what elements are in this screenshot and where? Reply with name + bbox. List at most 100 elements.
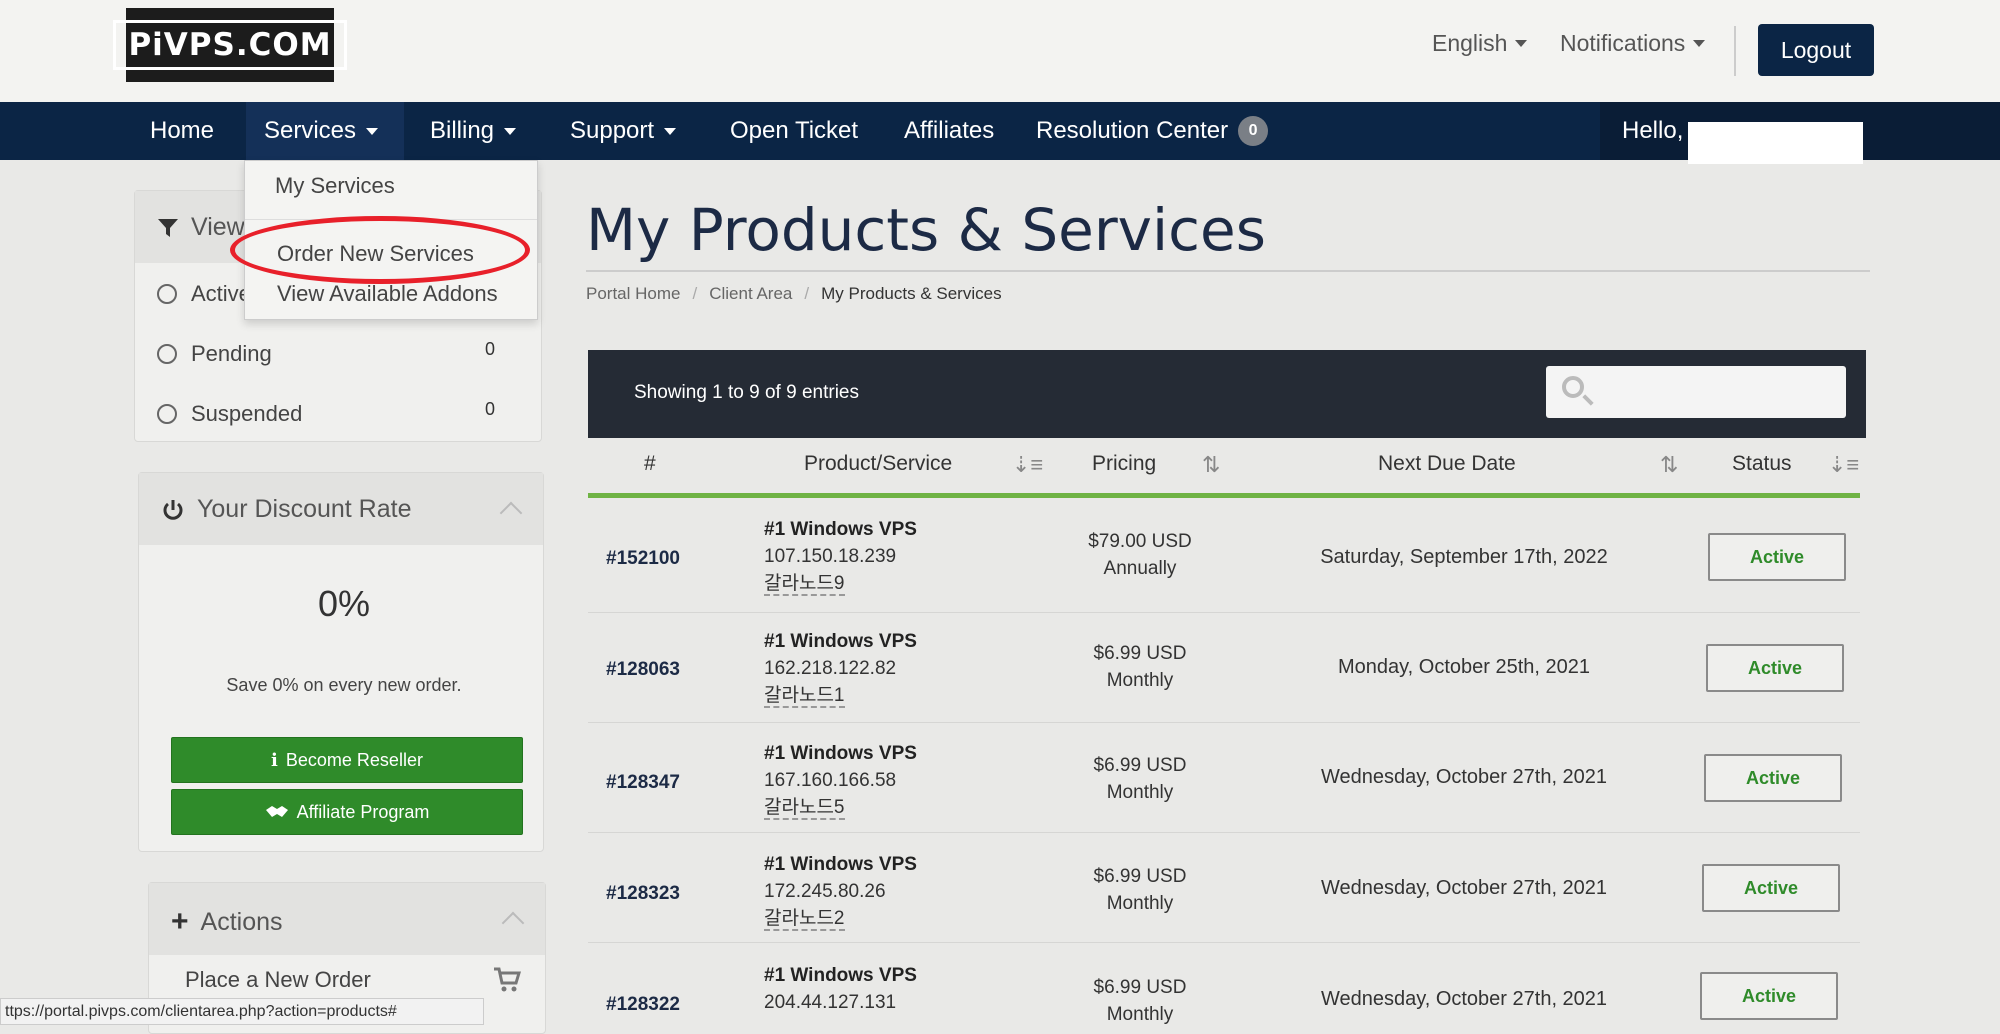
billing-cycle: Monthly <box>1106 1004 1174 1025</box>
sort-icon[interactable]: ⇅ <box>1202 452 1220 478</box>
row-divider <box>588 612 1860 613</box>
product-cell[interactable]: #1 Windows VPS 204.44.127.131 <box>764 962 917 1016</box>
service-id[interactable]: #152100 <box>606 548 680 570</box>
search-icon <box>1562 376 1584 398</box>
radio-icon[interactable] <box>157 404 177 424</box>
nav-affiliates-label: Affiliates <box>904 117 995 144</box>
service-id[interactable]: #128323 <box>606 883 680 905</box>
product-domain: 갈라노드9 <box>764 573 845 596</box>
logout-button[interactable]: Logout <box>1758 24 1874 76</box>
status-badge[interactable]: Active <box>1702 864 1840 912</box>
sort-icon[interactable]: ⇅ <box>1660 452 1678 478</box>
pricing-cell: $6.99 USD Monthly <box>1050 974 1230 1028</box>
nav-resolution-center[interactable]: Resolution Center 0 <box>1036 102 1269 160</box>
product-ip: 172.245.80.26 <box>764 881 886 902</box>
affiliate-program-label: Affiliate Program <box>296 801 430 822</box>
status-badge[interactable]: Active <box>1706 644 1844 692</box>
user-greeting[interactable]: Hello, <box>1622 102 1683 160</box>
discount-panel: Your Discount Rate 0% Save 0% on every n… <box>138 472 544 852</box>
chevron-up-icon[interactable] <box>499 501 523 525</box>
actions-title-label: Actions <box>200 907 283 936</box>
menu-item-my-services[interactable]: My Services <box>275 173 395 199</box>
breadcrumb-client-area[interactable]: Client Area <box>709 284 792 304</box>
nav-services[interactable]: Services <box>264 102 379 160</box>
actions-header[interactable]: + Actions <box>149 883 545 955</box>
filter-pending-label: Pending <box>191 341 272 366</box>
handshake-icon <box>265 806 288 817</box>
service-id[interactable]: #128063 <box>606 659 680 681</box>
column-header-status[interactable]: Status <box>1732 452 1792 476</box>
column-header-pricing[interactable]: Pricing <box>1092 452 1156 476</box>
filter-pending[interactable]: Pending <box>157 341 272 367</box>
nav-billing[interactable]: Billing <box>430 102 517 160</box>
breadcrumb-current: My Products & Services <box>821 284 1002 303</box>
filter-active-label: Active <box>191 281 251 306</box>
menu-item-view-addons[interactable]: View Available Addons <box>277 281 498 307</box>
nav-affiliates[interactable]: Affiliates <box>904 102 994 160</box>
radio-icon[interactable] <box>157 284 177 304</box>
nav-resolution-label: Resolution Center <box>1036 117 1229 144</box>
discount-header[interactable]: Your Discount Rate <box>139 473 543 545</box>
view-filter-title: View <box>157 213 245 242</box>
product-name: #1 Windows VPS <box>764 743 917 764</box>
next-due-date: Monday, October 25th, 2021 <box>1337 656 1590 678</box>
product-cell[interactable]: #1 Windows VPS 167.160.166.58 갈라노드5 <box>764 740 917 821</box>
radio-icon[interactable] <box>157 344 177 364</box>
view-title-label: View <box>191 213 245 241</box>
site-logo[interactable]: PiVPS.COM <box>113 8 347 82</box>
next-due-date: Wednesday, October 27th, 2021 <box>1320 766 1608 788</box>
affiliate-program-button[interactable]: Affiliate Program <box>171 789 523 835</box>
product-ip: 107.150.18.239 <box>764 546 897 567</box>
row-divider <box>588 722 1860 723</box>
product-name: #1 Windows VPS <box>764 965 917 986</box>
nav-billing-label: Billing <box>430 117 495 144</box>
filter-suspended-label: Suspended <box>191 401 303 426</box>
nav-home-label: Home <box>150 117 215 144</box>
filter-suspended-count: 0 <box>485 399 496 419</box>
red-highlight-annotation <box>230 216 530 284</box>
service-id[interactable]: #128322 <box>606 994 680 1016</box>
status-badge[interactable]: Active <box>1708 533 1846 581</box>
product-name: #1 Windows VPS <box>764 519 917 540</box>
nav-services-label: Services <box>264 117 357 144</box>
column-header-product[interactable]: Product/Service <box>804 452 952 476</box>
place-order-label: Place a New Order <box>185 967 371 992</box>
product-domain: 갈라노드5 <box>764 797 845 820</box>
nav-open-ticket[interactable]: Open Ticket <box>730 102 858 160</box>
notifications-dropdown[interactable]: Notifications <box>1560 30 1706 57</box>
nav-support[interactable]: Support <box>570 102 677 160</box>
sort-icon[interactable]: ⇣≡ <box>1828 452 1859 478</box>
breadcrumb-separator: / <box>692 284 698 303</box>
status-badge[interactable]: Active <box>1704 754 1842 802</box>
sort-icon[interactable]: ⇣≡ <box>1012 452 1043 478</box>
nav-home[interactable]: Home <box>150 102 214 160</box>
chevron-up-icon[interactable] <box>501 911 525 935</box>
table-search-input[interactable] <box>1546 366 1846 418</box>
filter-icon <box>158 218 178 237</box>
column-header-number[interactable]: # <box>644 452 656 476</box>
chevron-down-icon <box>366 127 379 135</box>
place-new-order-link[interactable]: Place a New Order <box>185 967 371 993</box>
product-cell[interactable]: #1 Windows VPS 162.218.122.82 갈라노드1 <box>764 628 917 709</box>
product-name: #1 Windows VPS <box>764 854 917 875</box>
breadcrumb-portal-home[interactable]: Portal Home <box>586 284 680 304</box>
product-cell[interactable]: #1 Windows VPS 172.245.80.26 갈라노드2 <box>764 851 917 932</box>
discount-note: Save 0% on every new order. <box>226 675 462 695</box>
service-id[interactable]: #128347 <box>606 772 680 794</box>
plus-icon: + <box>171 905 189 938</box>
product-cell[interactable]: #1 Windows VPS 107.150.18.239 갈라노드9 <box>764 516 917 597</box>
price-amount: $6.99 USD <box>1093 977 1187 998</box>
billing-cycle: Annually <box>1103 558 1177 579</box>
pricing-cell: $79.00 USD Annually <box>1050 528 1230 582</box>
price-amount: $79.00 USD <box>1088 531 1192 552</box>
language-dropdown[interactable]: English <box>1432 30 1528 57</box>
hello-label: Hello, <box>1622 117 1684 144</box>
column-header-due-date[interactable]: Next Due Date <box>1378 452 1516 476</box>
product-ip: 167.160.166.58 <box>764 770 897 791</box>
status-badge[interactable]: Active <box>1700 972 1838 1020</box>
become-reseller-button[interactable]: i Become Reseller <box>171 737 523 783</box>
filter-suspended[interactable]: Suspended <box>157 401 302 427</box>
chevron-down-icon <box>1515 40 1528 47</box>
filter-active[interactable]: Active <box>157 281 251 307</box>
nav-open-ticket-label: Open Ticket <box>730 117 859 144</box>
